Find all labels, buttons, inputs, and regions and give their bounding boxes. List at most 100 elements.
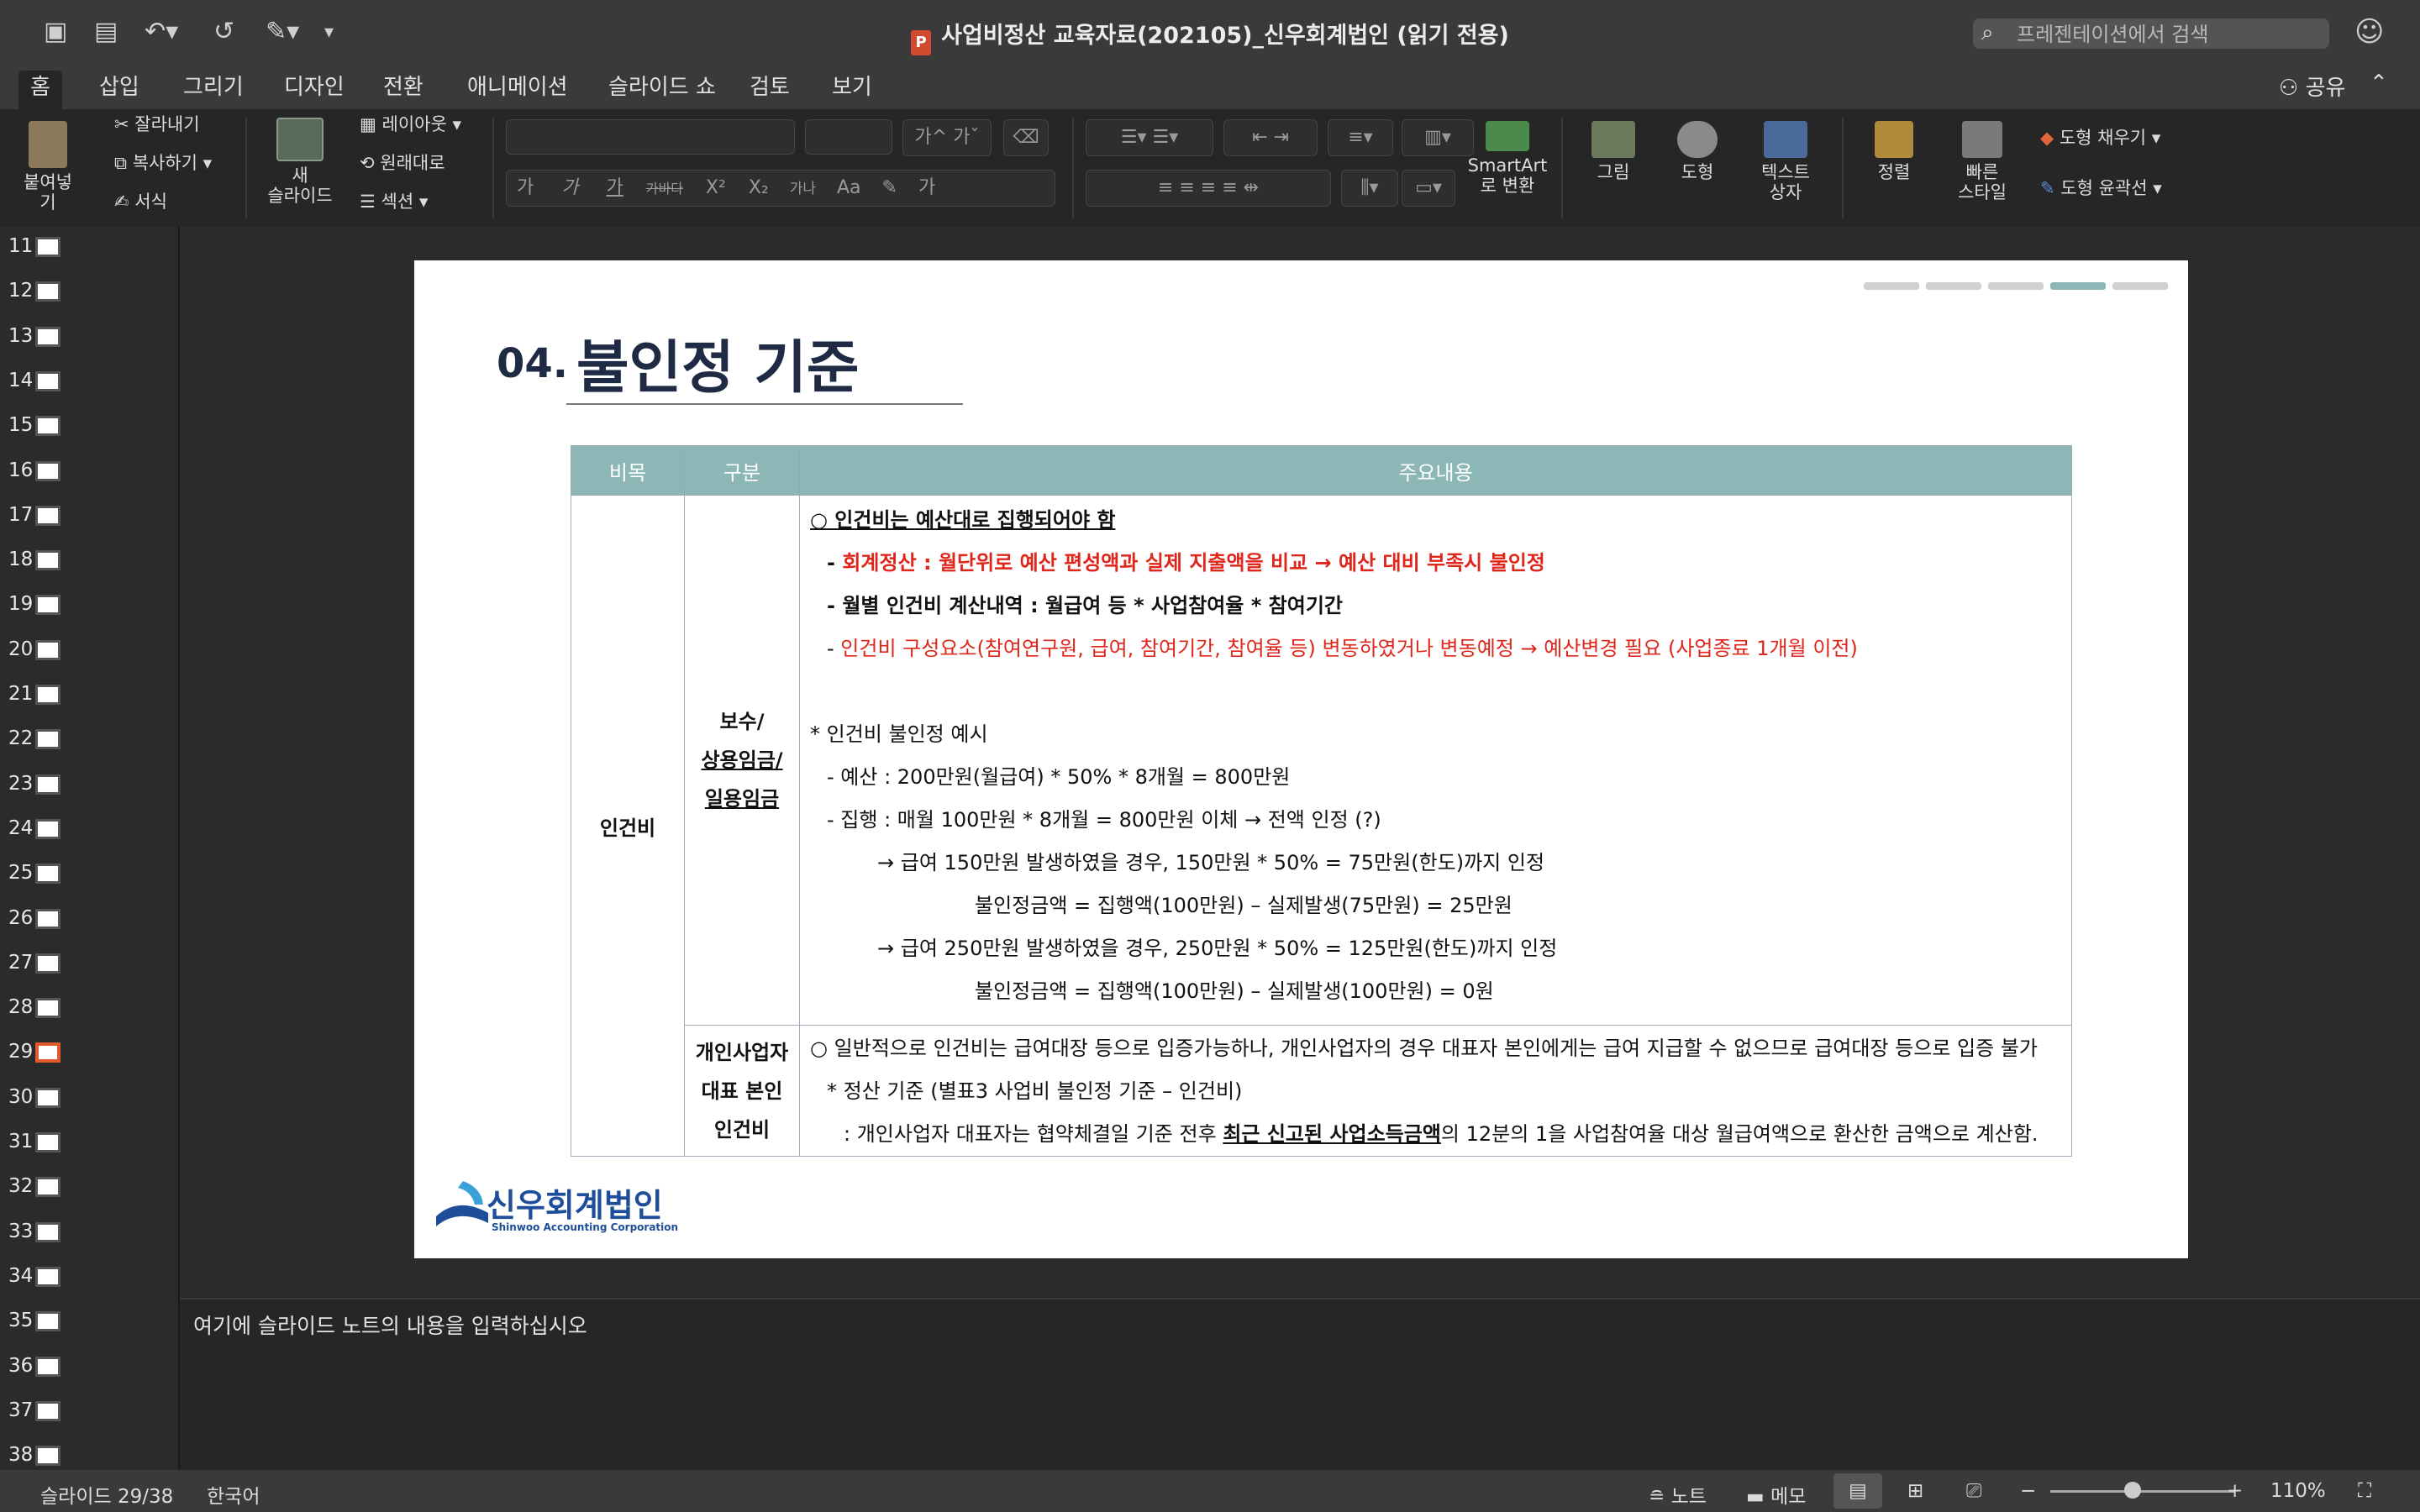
language-indicator[interactable]: 한국어 xyxy=(207,1480,260,1509)
decrease-font-button[interactable]: 가 xyxy=(953,127,970,148)
slide-thumbnail-preview[interactable] xyxy=(35,1400,60,1421)
slide-thumbnail[interactable]: 28 xyxy=(0,988,178,1032)
tab-design[interactable]: 디자인 xyxy=(272,71,356,104)
collapse-ribbon-icon[interactable]: ⌃ xyxy=(2370,71,2388,96)
slide-thumbnail-preview[interactable] xyxy=(35,774,60,795)
slide-thumbnail[interactable]: 24 xyxy=(0,809,178,853)
slide-thumbnail-preview[interactable] xyxy=(35,1042,60,1063)
feedback-smiley-icon[interactable]: ☺ xyxy=(2354,15,2384,49)
bold-button[interactable]: 가 xyxy=(517,177,534,198)
font-size-change-buttons[interactable]: 가^ 가ˇ xyxy=(902,119,992,156)
comments-button[interactable]: ▬ 메모 xyxy=(1746,1480,1806,1509)
strikethrough-button[interactable]: 가바다 xyxy=(646,181,683,197)
slide-thumbnail-preview[interactable] xyxy=(35,416,60,437)
slide-thumbnail-preview[interactable] xyxy=(35,370,60,391)
zoom-slider-handle[interactable] xyxy=(2124,1482,2141,1499)
align-buttons[interactable]: ≡ ≡ ≡ ≡ ⇹ xyxy=(1086,170,1331,207)
shape-button[interactable]: 도형 xyxy=(1664,121,1731,182)
char-spacing-button[interactable]: 가나 xyxy=(790,181,816,197)
slide-thumbnail-preview[interactable] xyxy=(35,818,60,839)
tab-transitions[interactable]: 전환 xyxy=(371,71,435,104)
normal-view-icon[interactable]: ▤ xyxy=(1833,1473,1882,1509)
slide-thumbnail[interactable]: 17 xyxy=(0,496,178,540)
slide-thumbnail-panel[interactable]: 11 12 13 14 15 16 17 18 19 20 21 22 23 24 25 26 27 28 29 30… xyxy=(0,227,178,1470)
arrange-button[interactable]: 정렬 xyxy=(1860,121,1928,182)
slide-thumbnail[interactable]: 32 xyxy=(0,1167,178,1211)
slide-thumbnail[interactable]: 29 xyxy=(0,1032,178,1077)
cut-button[interactable]: ✂ 잘라내기 xyxy=(114,114,200,134)
slide-thumbnail-preview[interactable] xyxy=(35,729,60,750)
format-painter-button[interactable]: ✍ 서식 xyxy=(114,192,167,212)
slide-thumbnail[interactable]: 14 xyxy=(0,361,178,406)
slide-thumbnail[interactable]: 34 xyxy=(0,1257,178,1301)
share-button[interactable]: ⚇ 공유 xyxy=(2279,71,2345,102)
slide-thumbnail-preview[interactable] xyxy=(35,1266,60,1287)
slide-thumbnail-preview[interactable] xyxy=(35,237,60,257)
tab-draw[interactable]: 그리기 xyxy=(171,71,255,104)
font-family-dropdown[interactable] xyxy=(506,119,795,155)
text-direction-button[interactable]: ⫼▾ xyxy=(1341,170,1398,207)
slide-thumbnail-preview[interactable] xyxy=(35,550,60,571)
slide-thumbnail-preview[interactable] xyxy=(35,326,60,347)
tab-animations[interactable]: 애니메이션 xyxy=(455,71,580,104)
search-input[interactable] xyxy=(2015,21,2321,48)
highlight-icon[interactable]: ✎ xyxy=(882,177,897,198)
paste-button[interactable]: 붙여넣기 xyxy=(18,121,77,213)
tab-slideshow[interactable]: 슬라이드 쇼 xyxy=(597,71,728,104)
tab-view[interactable]: 보기 xyxy=(820,71,884,104)
tab-insert[interactable]: 삽입 xyxy=(87,71,151,104)
slide-thumbnail-preview[interactable] xyxy=(35,864,60,885)
slide-thumbnail[interactable]: 20 xyxy=(0,630,178,675)
zoom-level[interactable]: 110% xyxy=(2270,1480,2326,1502)
slide-thumbnail-preview[interactable] xyxy=(35,639,60,660)
tab-home[interactable]: 홈 xyxy=(18,71,62,109)
list-buttons[interactable]: ☰▾ ☰▾ xyxy=(1086,119,1213,156)
zoom-slider[interactable] xyxy=(2050,1490,2235,1493)
slide-thumbnail-preview[interactable] xyxy=(35,1087,60,1108)
copy-button[interactable]: ⧉ 복사하기 ▾ xyxy=(114,153,212,173)
slide-thumbnail-preview[interactable] xyxy=(35,953,60,974)
notes-button[interactable]: ≘ 노트 xyxy=(1649,1480,1707,1509)
slide-thumbnail[interactable]: 18 xyxy=(0,540,178,585)
shape-outline-button[interactable]: ✎ 도형 윤곽선 ▾ xyxy=(2040,178,2162,198)
slide-thumbnail[interactable]: 21 xyxy=(0,675,178,719)
slide-thumbnail[interactable]: 30 xyxy=(0,1078,178,1122)
subscript-button[interactable]: X₂ xyxy=(749,177,769,198)
presenter-view-icon[interactable]: ⎚ xyxy=(1966,1480,1981,1502)
slide-thumbnail[interactable]: 16 xyxy=(0,451,178,496)
slide-thumbnail[interactable]: 36 xyxy=(0,1347,178,1391)
picture-button[interactable]: 그림 xyxy=(1580,121,1647,182)
underline-button[interactable]: 가 xyxy=(607,177,623,198)
new-slide-button[interactable]: 새 슬라이드 xyxy=(262,118,338,206)
fit-to-window-icon[interactable]: ⛶ xyxy=(2358,1480,2371,1502)
section-button[interactable]: ☰ 섹션 ▾ xyxy=(360,192,428,212)
slide-thumbnail[interactable]: 25 xyxy=(0,853,178,898)
font-size-dropdown[interactable] xyxy=(805,119,892,155)
slide-thumbnail[interactable]: 37 xyxy=(0,1391,178,1436)
slide-thumbnail[interactable]: 15 xyxy=(0,406,178,450)
smartart-convert-button[interactable]: SmartArt 로 변환 xyxy=(1467,121,1548,196)
slide-thumbnail-preview[interactable] xyxy=(35,1311,60,1332)
reset-button[interactable]: ⟲ 원래대로 xyxy=(360,153,445,173)
slide-thumbnail-preview[interactable] xyxy=(35,1221,60,1242)
shape-fill-button[interactable]: ◆ 도형 채우기 ▾ xyxy=(2040,128,2160,148)
slide-thumbnail[interactable]: 23 xyxy=(0,764,178,809)
slide-thumbnail[interactable]: 19 xyxy=(0,585,178,629)
indent-buttons[interactable]: ⇤ ⇥ xyxy=(1223,119,1318,156)
slide-thumbnail-preview[interactable] xyxy=(35,998,60,1019)
slide-thumbnail-preview[interactable] xyxy=(35,505,60,526)
search-box[interactable]: ⌕ xyxy=(1973,18,2329,49)
increase-font-button[interactable]: 가 xyxy=(915,127,932,148)
slide-thumbnail-preview[interactable] xyxy=(35,281,60,302)
slide-thumbnail-preview[interactable] xyxy=(35,908,60,929)
tab-review[interactable]: 검토 xyxy=(738,71,802,104)
italic-button[interactable]: 가 xyxy=(561,177,578,198)
slide-thumbnail[interactable]: 26 xyxy=(0,899,178,943)
slide-sorter-icon[interactable]: ⊞ xyxy=(1907,1480,1923,1502)
slide-thumbnail[interactable]: 22 xyxy=(0,719,178,764)
columns-button[interactable]: ▥▾ xyxy=(1402,119,1474,156)
slide-thumbnail[interactable]: 31 xyxy=(0,1122,178,1167)
slide-thumbnail[interactable]: 11 xyxy=(0,227,178,271)
notes-pane[interactable]: 여기에 슬라이드 노트의 내용을 입력하십시오 xyxy=(180,1298,2420,1472)
zoom-out-icon[interactable]: − xyxy=(2020,1480,2036,1502)
